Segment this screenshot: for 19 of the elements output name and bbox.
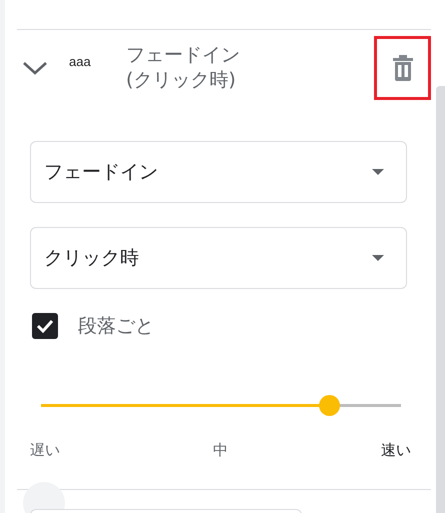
- checkbox-label: 段落ごと: [78, 314, 154, 339]
- speed-label: 遅い: [30, 441, 60, 460]
- slider-thumb[interactable]: [319, 395, 340, 416]
- effect-dropdown[interactable]: フェードイン: [30, 141, 407, 203]
- speed-label: 速い: [381, 441, 411, 460]
- chevron-icon: [22, 60, 48, 76]
- trash-icon: [392, 54, 414, 82]
- dropdown-arrow-icon: [372, 169, 384, 175]
- delete-button[interactable]: [374, 36, 431, 100]
- scrollbar[interactable]: [436, 86, 445, 513]
- check-icon: [36, 319, 54, 333]
- animation-title: フェードイン (クリック時): [126, 43, 240, 93]
- avatar-circle: [23, 482, 65, 513]
- dropdown-arrow-icon: [372, 255, 384, 261]
- speed-label: 中: [213, 441, 228, 460]
- collapse-button[interactable]: [22, 60, 48, 76]
- animation-tag: aaa: [69, 54, 109, 68]
- checkbox[interactable]: [32, 313, 58, 339]
- trigger-dropdown[interactable]: クリック時: [30, 227, 407, 289]
